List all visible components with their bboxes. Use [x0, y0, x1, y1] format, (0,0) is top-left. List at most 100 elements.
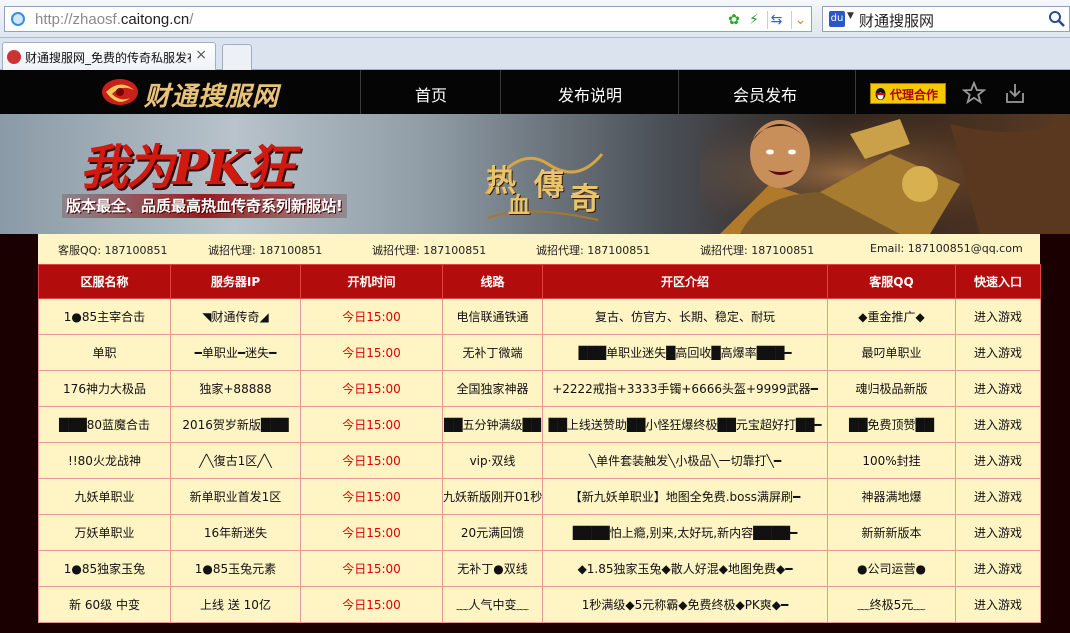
server-name[interactable]: !!80火龙战神 — [38, 442, 171, 479]
table-row[interactable]: 单职 ━单职业━迷失━ 今日15:00 无补丁微端 ███单职业迷失█高回收█高… — [38, 334, 1041, 371]
table-row[interactable]: 新 60级 中变 上线 送 10亿 今日15:00 ﹏人气中变﹏ 1秒满级◆5元… — [38, 586, 1041, 623]
server-line: 无补丁●双线 — [442, 550, 543, 587]
server-intro[interactable]: ████怕上瘾,别来,太好玩,新内容████━ — [542, 514, 828, 551]
server-intro[interactable]: 1秒满级◆5元称霸◆免费终极◆PK爽◆━ — [542, 586, 828, 623]
enter-game-link[interactable]: 进入游戏 — [955, 406, 1041, 443]
chevron-down-icon[interactable]: ▼ — [847, 11, 854, 21]
server-line: 全国独家神器 — [442, 370, 543, 407]
server-name[interactable]: 单职 — [38, 334, 171, 371]
nav-item-home[interactable]: 首页 — [415, 82, 447, 106]
server-ip: 新单职业首发1区 — [170, 478, 301, 515]
column-header: 客服QQ — [827, 264, 956, 299]
banner-slogan: 我为PK狂 — [80, 140, 294, 196]
logo-swirl-icon — [102, 79, 138, 105]
enter-game-link[interactable]: 进入游戏 — [955, 334, 1041, 371]
server-intro[interactable]: +2222戒指+3333手镯+6666头盔+9999武器━ — [542, 370, 828, 407]
warrior-illustration — [700, 114, 1070, 234]
dropdown-icon[interactable]: ⌄ — [791, 11, 809, 29]
url-input[interactable]: http://zhaosf.caitong.cn/ ✿ ⚡ ⇆ ⌄ — [4, 6, 812, 32]
nav-item-member-publish[interactable]: 会员发布 — [733, 82, 797, 106]
server-line: vip·双线 — [442, 442, 543, 479]
server-name[interactable]: 176神力大极品 — [38, 370, 171, 407]
enter-game-link[interactable]: 进入游戏 — [955, 550, 1041, 587]
nav-divider — [678, 70, 679, 114]
banner-subtitle: 版本最全、品质最高热血传奇系列新服站! — [62, 194, 347, 218]
table-row[interactable]: 176神力大极品 独家+88888 今日15:00 全国独家神器 +2222戒指… — [38, 370, 1041, 407]
refresh-icon[interactable]: ✿ — [725, 11, 743, 29]
search-bar[interactable]: du ▼ 财通搜服网 — [822, 6, 1070, 32]
tab-title: 财通搜服网_免费的传奇私服发布 — [25, 51, 191, 65]
server-ip: 2016贺岁新版███ — [170, 406, 301, 443]
nav-divider — [500, 70, 501, 114]
server-qq: ●公司运营● — [827, 550, 956, 587]
search-input[interactable]: 财通搜服网 — [859, 10, 934, 31]
globe-icon — [11, 12, 25, 26]
download-icon[interactable] — [1004, 81, 1026, 105]
open-time: 今日15:00 — [300, 586, 443, 623]
contact-item: 诚招代理: 187100851 — [536, 244, 651, 257]
site-logo[interactable]: 财通搜服网 — [100, 74, 300, 112]
server-intro[interactable]: ███单职业迷失█高回收█高爆率███━ — [542, 334, 828, 371]
server-name[interactable]: ███80蓝魔合击 — [38, 406, 171, 443]
enter-game-link[interactable]: 进入游戏 — [955, 370, 1041, 407]
server-qq: ◆重金推广◆ — [827, 298, 956, 335]
enter-game-link[interactable]: 进入游戏 — [955, 478, 1041, 515]
server-intro[interactable]: 【新九妖单职业】地图全免费.boss满屏刷━ — [542, 478, 828, 515]
column-header: 线路 — [442, 264, 543, 299]
server-intro[interactable]: 复古、仿官方、长期、稳定、耐玩 — [542, 298, 828, 335]
star-icon[interactable] — [962, 81, 986, 105]
page-margin-left — [0, 234, 38, 633]
table-row[interactable]: 九妖单职业 新单职业首发1区 今日15:00 九妖新版刚开01秒 【新九妖单职业… — [38, 478, 1041, 515]
table-row[interactable]: 1●85主宰合击 ◥财通传奇◢ 今日15:00 电信联通铁通 复古、仿官方、长期… — [38, 298, 1041, 335]
table-row[interactable]: ███80蓝魔合击 2016贺岁新版███ 今日15:00 ██五分钟满级██ … — [38, 406, 1041, 443]
server-ip: ━单职业━迷失━ — [170, 334, 301, 371]
contact-strip: 客服QQ: 187100851 诚招代理: 187100851 诚招代理: 18… — [38, 234, 1040, 264]
server-name[interactable]: 1●85主宰合击 — [38, 298, 171, 335]
enter-game-link[interactable]: 进入游戏 — [955, 442, 1041, 479]
server-name[interactable]: 九妖单职业 — [38, 478, 171, 515]
server-line: ██五分钟满级██ — [442, 406, 543, 443]
agent-cooperation-button[interactable]: 代理合作 — [870, 83, 946, 104]
table-row[interactable]: 1●85独家玉兔 1●85玉兔元素 今日15:00 无补丁●双线 ◆1.85独家… — [38, 550, 1041, 587]
column-header: 服务器IP — [170, 264, 301, 299]
search-icon[interactable] — [1047, 9, 1067, 29]
server-intro[interactable]: ◆1.85独家玉兔◆散人好混◆地图免费◆━ — [542, 550, 828, 587]
server-qq: 100%封挂 — [827, 442, 956, 479]
tab-active[interactable]: 财通搜服网_免费的传奇私服发布 × — [2, 42, 216, 70]
server-line: 电信联通铁通 — [442, 298, 543, 335]
site-favicon-icon — [7, 50, 21, 64]
server-ip: 独家+88888 — [170, 370, 301, 407]
server-intro[interactable]: ╲单件套装触发╲小极品╲一切靠打╲━ — [542, 442, 828, 479]
server-name[interactable]: 万妖单职业 — [38, 514, 171, 551]
column-header: 快速入口 — [955, 264, 1041, 299]
table-row[interactable]: 万妖单职业 16年新迷失 今日15:00 20元满回馈 ████怕上瘾,别来,太… — [38, 514, 1041, 551]
server-qq: 新新新版本 — [827, 514, 956, 551]
server-name[interactable]: 1●85独家玉兔 — [38, 550, 171, 587]
server-qq: ██免费顶赞██ — [827, 406, 956, 443]
enter-game-link[interactable]: 进入游戏 — [955, 298, 1041, 335]
enter-game-link[interactable]: 进入游戏 — [955, 514, 1041, 551]
contact-item: 诚招代理: 187100851 — [700, 244, 815, 257]
enter-game-link[interactable]: 进入游戏 — [955, 586, 1041, 623]
open-time: 今日15:00 — [300, 550, 443, 587]
qq-penguin-icon — [875, 88, 886, 100]
server-line: 九妖新版刚开01秒 — [442, 478, 543, 515]
server-line: ﹏人气中变﹏ — [442, 586, 543, 623]
nav-item-publish-guide[interactable]: 发布说明 — [558, 82, 622, 106]
table-row[interactable]: !!80火龙战神 ╱╲復古1区╱╲ 今日15:00 vip·双线 ╲单件套装触发… — [38, 442, 1041, 479]
new-tab-button[interactable] — [222, 44, 252, 70]
server-line: 无补丁微端 — [442, 334, 543, 371]
server-name[interactable]: 新 60级 中变 — [38, 586, 171, 623]
open-time: 今日15:00 — [300, 370, 443, 407]
server-ip: 上线 送 10亿 — [170, 586, 301, 623]
table-header-row: 区服名称 服务器IP 开机时间 线路 开区介绍 客服QQ 快速入口 — [38, 264, 1041, 299]
close-icon[interactable]: × — [195, 47, 207, 63]
open-time: 今日15:00 — [300, 514, 443, 551]
compat-icon[interactable]: ⇆ — [767, 11, 785, 29]
open-time: 今日15:00 — [300, 478, 443, 515]
server-intro[interactable]: ██上线送赞助██小怪狂爆终极██元宝超好打██━ — [542, 406, 828, 443]
game-title-logo: 热 血 傳 奇 — [478, 134, 608, 230]
search-engine-icon[interactable]: du — [829, 11, 845, 27]
hero-banner[interactable]: 我为PK狂 版本最全、品质最高热血传奇系列新服站! 热 血 傳 奇 — [0, 114, 1070, 234]
lightning-icon[interactable]: ⚡ — [745, 11, 763, 29]
